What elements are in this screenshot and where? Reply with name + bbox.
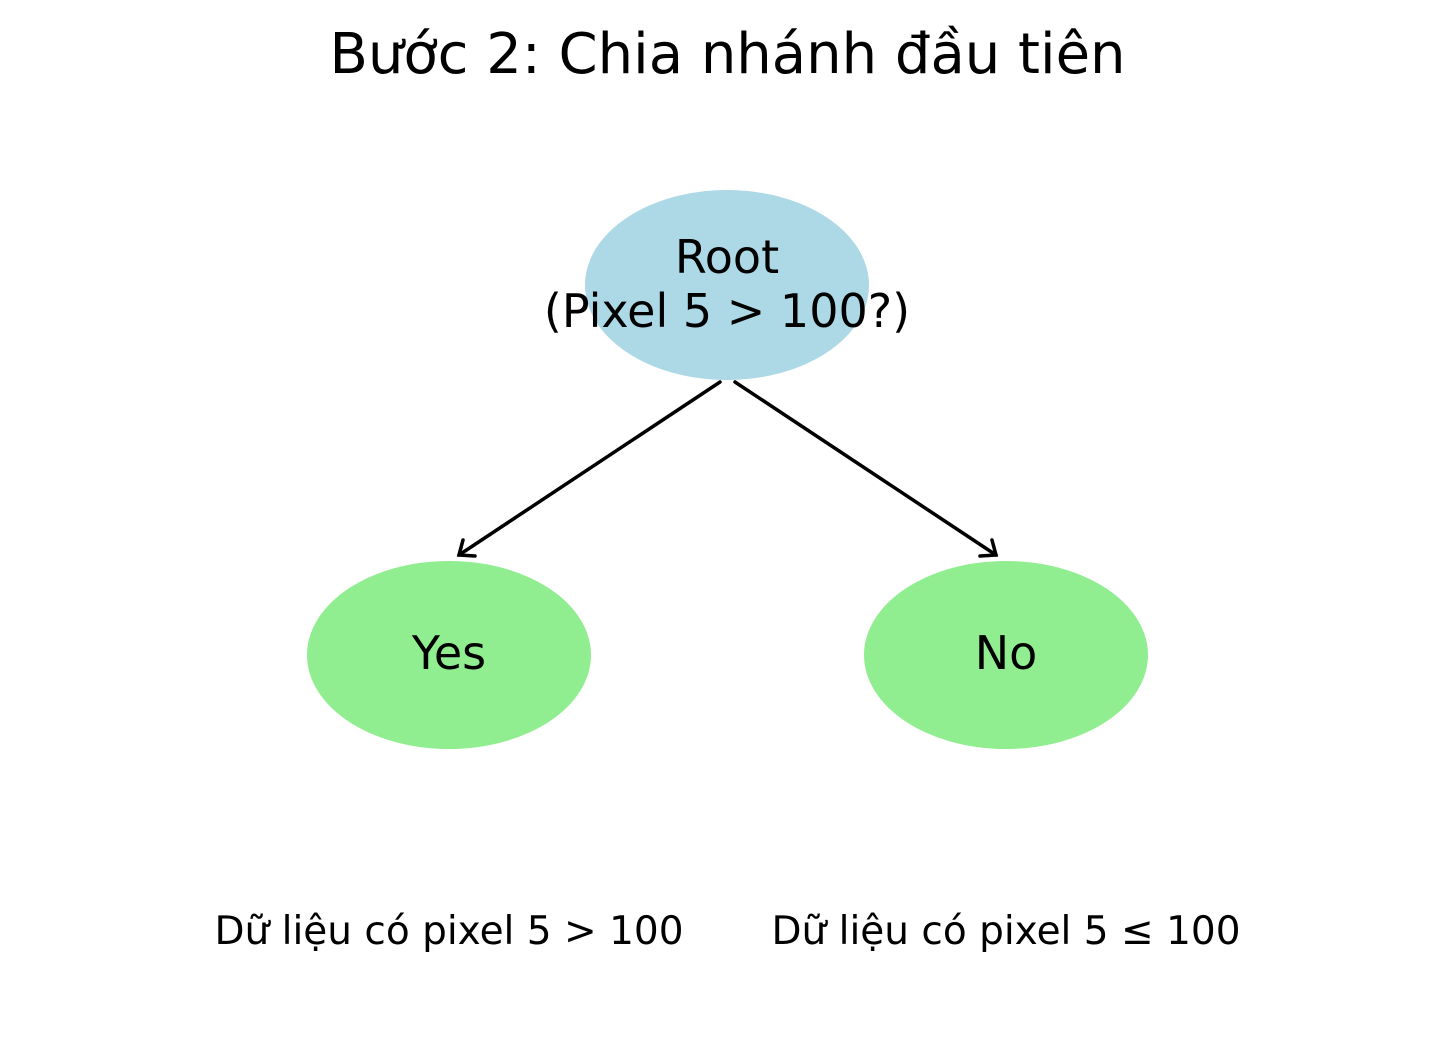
no-node-label: No: [975, 626, 1038, 680]
yes-node-label: Yes: [411, 626, 486, 680]
root-node-label: Root: [675, 230, 779, 284]
no-caption: Dữ liệu có pixel 5 ≤ 100: [771, 909, 1240, 954]
root-node: Root (Pixel 5 > 100?): [544, 190, 910, 380]
yes-node: Yes: [307, 561, 591, 749]
root-node-condition: (Pixel 5 > 100?): [544, 284, 910, 338]
edge-root-to-no: [733, 380, 999, 558]
decision-tree-diagram: Root (Pixel 5 > 100?) Yes No Dữ liệu có …: [214, 190, 1241, 954]
edge-line-yes: [457, 380, 722, 557]
yes-caption: Dữ liệu có pixel 5 > 100: [214, 909, 683, 954]
no-node: No: [864, 561, 1148, 749]
edge-root-to-yes: [456, 380, 722, 558]
edge-line-no: [733, 380, 998, 557]
